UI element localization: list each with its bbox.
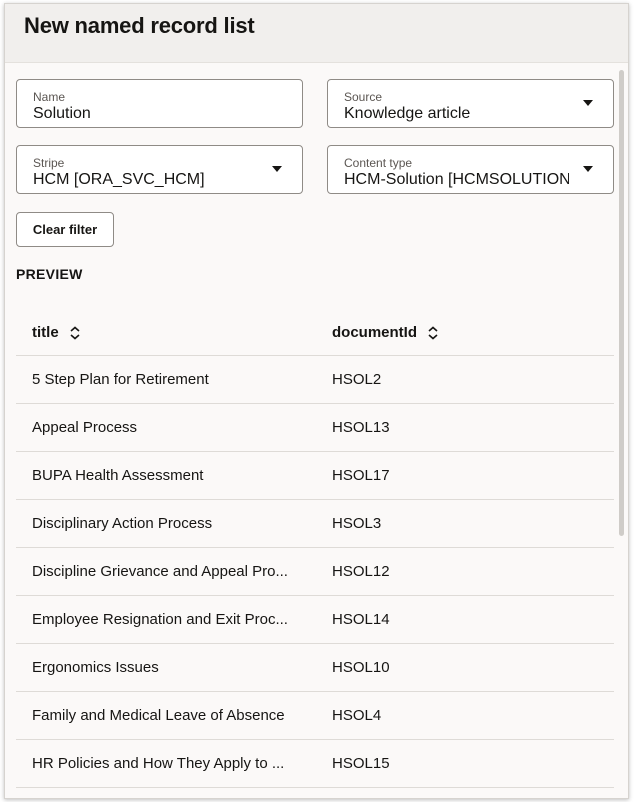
preview-table: title documentId 5 Step Plan for Retirem… xyxy=(16,308,614,788)
sort-icon[interactable] xyxy=(69,325,81,340)
column-header-title-label: title xyxy=(32,324,59,341)
source-select-value: Knowledge article xyxy=(344,105,471,122)
preview-heading: PREVIEW xyxy=(16,266,83,282)
row-document-id: HSOL17 xyxy=(332,467,390,484)
row-title: Appeal Process xyxy=(32,419,138,436)
chevron-down-icon[interactable] xyxy=(583,166,593,172)
table-row[interactable]: BUPA Health Assessment HSOL17 xyxy=(16,452,614,500)
table-row[interactable]: Appeal Process HSOL13 xyxy=(16,404,614,452)
column-header-documentid[interactable]: documentId xyxy=(332,324,439,341)
table-row[interactable]: Ergonomics Issues HSOL10 xyxy=(16,644,614,692)
table-row[interactable]: Disciplinary Action Process HSOL3 xyxy=(16,500,614,548)
row-title: BUPA Health Assessment xyxy=(32,467,204,484)
content-type-select-value: HCM-Solution [HCMSOLUTION xyxy=(344,171,569,188)
row-document-id: HSOL3 xyxy=(332,515,382,532)
column-header-documentid-label: documentId xyxy=(332,324,417,341)
row-document-id: HSOL14 xyxy=(332,611,390,628)
scrollbar[interactable] xyxy=(619,70,624,536)
clear-filter-button[interactable]: Clear filter xyxy=(16,212,114,247)
row-title: 5 Step Plan for Retirement xyxy=(32,371,209,388)
row-document-id: HSOL12 xyxy=(332,563,390,580)
row-title: Employee Resignation and Exit Proc... xyxy=(32,611,288,628)
row-document-id: HSOL2 xyxy=(332,371,382,388)
content-type-select-label: Content type xyxy=(344,156,413,170)
name-field[interactable]: Name Solution xyxy=(16,79,303,128)
name-field-value[interactable]: Solution xyxy=(33,105,258,123)
row-title: HR Policies and How They Apply to ... xyxy=(32,755,285,772)
sort-icon[interactable] xyxy=(427,325,439,340)
stripe-select[interactable]: Stripe HCM [ORA_SVC_HCM] xyxy=(16,145,303,194)
row-document-id: HSOL10 xyxy=(332,659,390,676)
row-title: Discipline Grievance and Appeal Pro... xyxy=(32,563,288,580)
source-select[interactable]: Source Knowledge article xyxy=(327,79,614,128)
stripe-select-value: HCM [ORA_SVC_HCM] xyxy=(33,171,205,188)
table-row[interactable]: HR Policies and How They Apply to ... HS… xyxy=(16,740,614,788)
row-document-id: HSOL15 xyxy=(332,755,390,772)
table-row[interactable]: 5 Step Plan for Retirement HSOL2 xyxy=(16,356,614,404)
row-document-id: HSOL4 xyxy=(332,707,382,724)
column-header-title[interactable]: title xyxy=(32,324,81,341)
table-row[interactable]: Discipline Grievance and Appeal Pro... H… xyxy=(16,548,614,596)
table-row[interactable]: Employee Resignation and Exit Proc... HS… xyxy=(16,596,614,644)
content-type-select[interactable]: Content type HCM-Solution [HCMSOLUTION xyxy=(327,145,614,194)
stripe-select-label: Stripe xyxy=(33,156,65,170)
chevron-down-icon[interactable] xyxy=(583,100,593,106)
row-title: Disciplinary Action Process xyxy=(32,515,213,532)
dialog-title: New named record list xyxy=(24,13,255,38)
row-document-id: HSOL13 xyxy=(332,419,390,436)
source-select-label: Source xyxy=(344,90,383,104)
dialog-panel: New named record list Name Solution Sour… xyxy=(4,3,629,799)
row-title: Family and Medical Leave of Absence xyxy=(32,707,285,724)
row-title: Ergonomics Issues xyxy=(32,659,159,676)
chevron-down-icon[interactable] xyxy=(272,166,282,172)
name-field-label: Name xyxy=(33,90,66,104)
table-header: title documentId xyxy=(16,308,614,356)
table-row[interactable]: Family and Medical Leave of Absence HSOL… xyxy=(16,692,614,740)
